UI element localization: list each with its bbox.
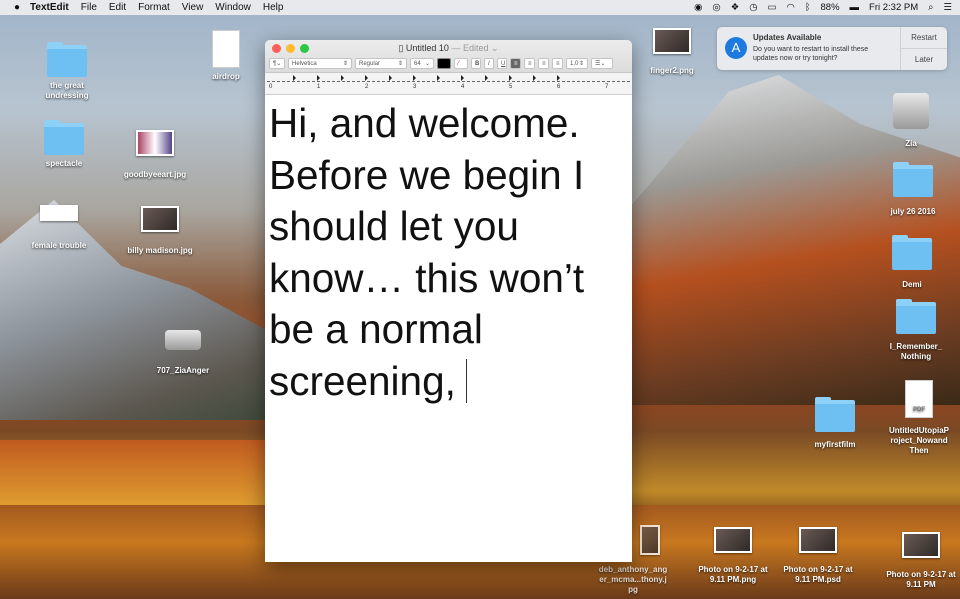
later-button[interactable]: Later (901, 49, 947, 71)
desktop-file[interactable]: Photo on 9-2-17 at 9.11 PM (876, 532, 960, 590)
align-center-button[interactable]: ≡ (524, 58, 535, 69)
align-left-button[interactable]: ≡ (510, 58, 521, 69)
desktop-folder[interactable]: myfirstfilm (790, 397, 880, 450)
menu-edit[interactable]: Edit (109, 2, 126, 13)
menu-bar: ● TextEdit File Edit Format View Window … (0, 0, 960, 15)
desktop-file[interactable]: airdrop (181, 30, 271, 82)
menu-app-name[interactable]: TextEdit (30, 2, 69, 13)
folder-icon (815, 397, 855, 432)
menu-file[interactable]: File (81, 2, 97, 13)
desktop-file[interactable]: PDF UntitledUtopiaProject_NowandThen (874, 380, 960, 456)
wifi-icon[interactable]: ◠ (787, 2, 795, 13)
image-thumbnail-icon (136, 130, 174, 156)
document-icon (212, 30, 240, 68)
external-drive-icon (165, 330, 201, 350)
image-thumbnail-icon (714, 527, 752, 553)
image-thumbnail-icon (640, 525, 660, 555)
folder-icon (893, 162, 933, 197)
image-thumbnail-icon (653, 28, 691, 54)
text-cursor (465, 358, 467, 403)
ruler[interactable]: 0 1 2 3 4 5 6 7 (265, 73, 632, 95)
battery-icon[interactable]: ▬ (850, 2, 860, 13)
desktop-folder[interactable]: spectacle (19, 120, 109, 169)
spotlight-icon[interactable]: ⌕ (928, 2, 933, 13)
folder-icon (44, 120, 84, 155)
desktop-file[interactable]: female trouble (14, 205, 104, 251)
menu-view[interactable]: View (182, 2, 204, 13)
desktop-drive[interactable]: Zia (866, 93, 956, 149)
image-thumbnail-icon (40, 205, 78, 221)
restart-button[interactable]: Restart (901, 27, 947, 49)
tab-stop-marker[interactable] (461, 75, 464, 81)
desktop-file[interactable]: Photo on 9-2-17 at 9.11 PM.png (688, 527, 778, 585)
bluetooth-icon[interactable]: ᛒ (805, 2, 811, 13)
update-notification[interactable]: A Updates Available Do you want to resta… (717, 27, 947, 70)
hard-drive-icon (893, 93, 929, 129)
tab-stop-marker[interactable] (485, 75, 488, 81)
desktop-file[interactable]: Photo on 9-2-17 at 9.11 PM.psd (773, 527, 863, 585)
document-icon: ▯ (398, 43, 406, 53)
italic-button[interactable]: I (484, 58, 494, 69)
tab-stop-marker[interactable] (365, 75, 368, 81)
text-color-well[interactable] (437, 58, 451, 69)
line-spacing-select[interactable]: 1.0 ⇕ (566, 58, 588, 69)
desktop-folder[interactable]: I_Remember_Nothing (871, 299, 960, 362)
airplay-icon[interactable]: ▭ (768, 2, 777, 13)
clock[interactable]: Fri 2:32 PM (869, 2, 918, 13)
folder-icon (892, 235, 932, 270)
font-family-select[interactable]: Helvetica ⇕ (288, 58, 352, 69)
notification-center-icon[interactable]: ☰ (943, 2, 952, 13)
desktop-drive[interactable]: 707_ZiaAnger (138, 330, 228, 376)
format-toolbar: ¶ ⌄ Helvetica ⇕ Regular ⇕ 64 ⌄ ⁄ B I U ≡ ≡ ≡… (269, 58, 613, 69)
window-title: ▯ Untitled 10 — Edited ⌄ (398, 43, 499, 53)
menu-help[interactable]: Help (263, 2, 284, 13)
desktop-folder[interactable]: the great undressing (22, 42, 112, 101)
tab-stop-marker[interactable] (509, 75, 512, 81)
menu-format[interactable]: Format (138, 2, 170, 13)
bold-button[interactable]: B (471, 58, 481, 69)
tab-stop-marker[interactable] (293, 75, 296, 81)
tab-stop-marker[interactable] (317, 75, 320, 81)
desktop-folder[interactable]: Demi (867, 235, 957, 290)
folder-icon (896, 299, 936, 334)
tab-stop-marker[interactable] (389, 75, 392, 81)
folder-icon (47, 42, 87, 77)
desktop-file[interactable]: billy madison.jpg (115, 206, 205, 256)
font-size-combo[interactable]: 64 ⌄ (410, 58, 434, 69)
time-machine-icon[interactable]: ◷ (749, 2, 757, 13)
menu-window[interactable]: Window (215, 2, 251, 13)
record-icon[interactable]: ◉ (694, 2, 702, 13)
dropbox-icon[interactable]: ❖ (731, 2, 740, 13)
paragraph-styles-dropdown[interactable]: ¶ ⌄ (269, 58, 285, 69)
app-store-icon: A (725, 37, 747, 59)
underline-button[interactable]: U (497, 58, 507, 69)
document-text-area[interactable]: Hi, and welcome. Before we begin I shoul… (265, 95, 632, 410)
highlight-color-well[interactable]: ⁄ (454, 58, 468, 69)
title-bar: ▯ Untitled 10 — Edited ⌄ ¶ ⌄ Helvetica ⇕ R… (265, 40, 632, 73)
tab-stop-marker[interactable] (413, 75, 416, 81)
align-right-button[interactable]: ≡ (538, 58, 549, 69)
desktop-file[interactable]: finger2.png (627, 28, 717, 76)
textedit-window: ▯ Untitled 10 — Edited ⌄ ¶ ⌄ Helvetica ⇕ R… (265, 40, 632, 562)
list-style-dropdown[interactable]: ☰⌄ (591, 58, 613, 69)
font-style-select[interactable]: Regular ⇕ (355, 58, 407, 69)
image-thumbnail-icon (141, 206, 179, 232)
tab-stop-marker[interactable] (341, 75, 344, 81)
tab-stop-marker[interactable] (557, 75, 560, 81)
desktop-file[interactable]: goodbyeeart.jpg (110, 130, 200, 180)
justify-button[interactable]: ≡ (552, 58, 563, 69)
tab-stop-marker[interactable] (533, 75, 536, 81)
tab-stop-marker[interactable] (437, 75, 440, 81)
image-thumbnail-icon (799, 527, 837, 553)
pdf-icon: PDF (905, 380, 933, 418)
desktop-folder[interactable]: july 26 2016 (868, 162, 958, 217)
creative-cloud-icon[interactable]: ◎ (712, 2, 720, 13)
wallpaper-trees (0, 440, 280, 510)
battery-percent[interactable]: 88% (821, 2, 840, 13)
image-thumbnail-icon (902, 532, 940, 558)
apple-icon[interactable]: ● (14, 2, 20, 13)
